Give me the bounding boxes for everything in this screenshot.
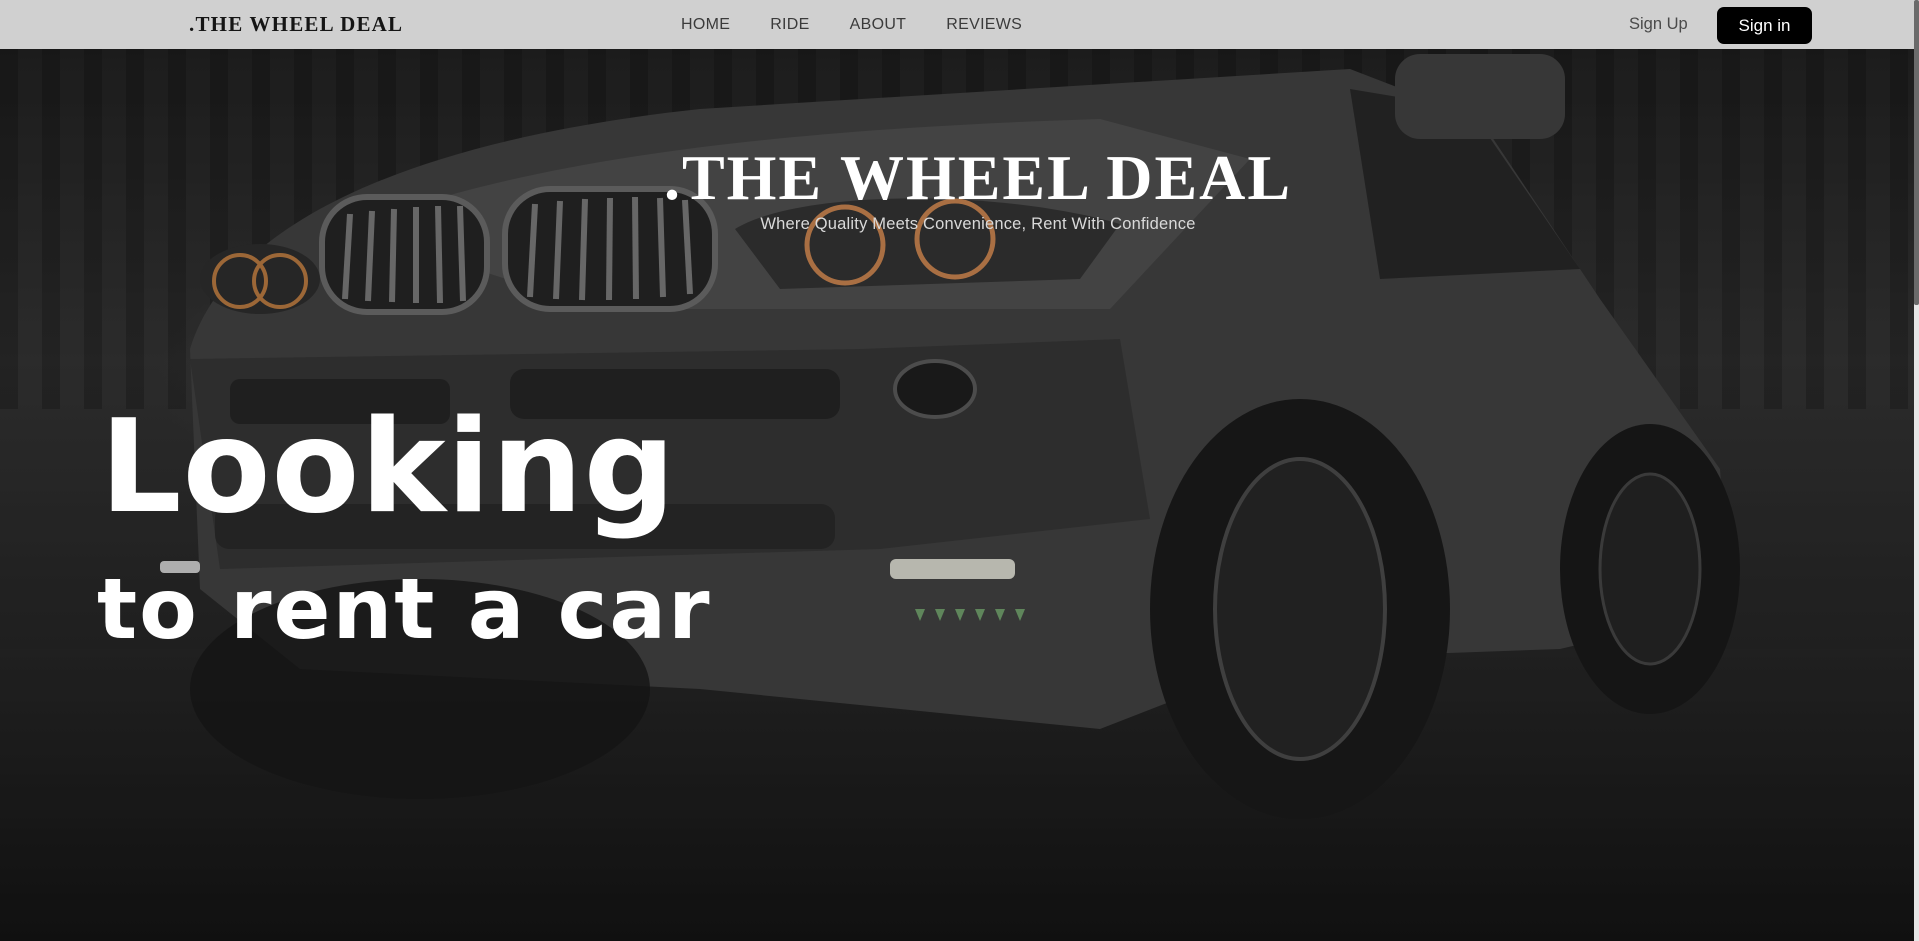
- top-navbar: .THE WHEEL DEAL HOME RIDE ABOUT REVIEWS …: [0, 0, 1914, 49]
- hero-headline-rent-a-car: to rent a car: [97, 560, 712, 658]
- hero-section: .THE WHEEL DEAL Where Quality Meets Conv…: [0, 49, 1914, 941]
- sign-in-button[interactable]: Sign in: [1717, 7, 1812, 44]
- nav-item-reviews[interactable]: REVIEWS: [946, 0, 1022, 49]
- brand-logo[interactable]: .THE WHEEL DEAL: [189, 0, 403, 49]
- hero-subtitle: Where Quality Meets Convenience, Rent Wi…: [760, 215, 1196, 233]
- main-menu: HOME RIDE ABOUT REVIEWS: [681, 0, 1062, 49]
- nav-item-home[interactable]: HOME: [681, 0, 730, 49]
- sign-up-link[interactable]: Sign Up: [1629, 0, 1688, 49]
- nav-item-about[interactable]: ABOUT: [850, 0, 907, 49]
- nav-item-ride[interactable]: RIDE: [770, 0, 809, 49]
- hero-headline-looking: Looking: [100, 393, 677, 542]
- scrollbar-thumb[interactable]: [1914, 0, 1919, 305]
- hero-title: .THE WHEEL DEAL: [663, 142, 1293, 213]
